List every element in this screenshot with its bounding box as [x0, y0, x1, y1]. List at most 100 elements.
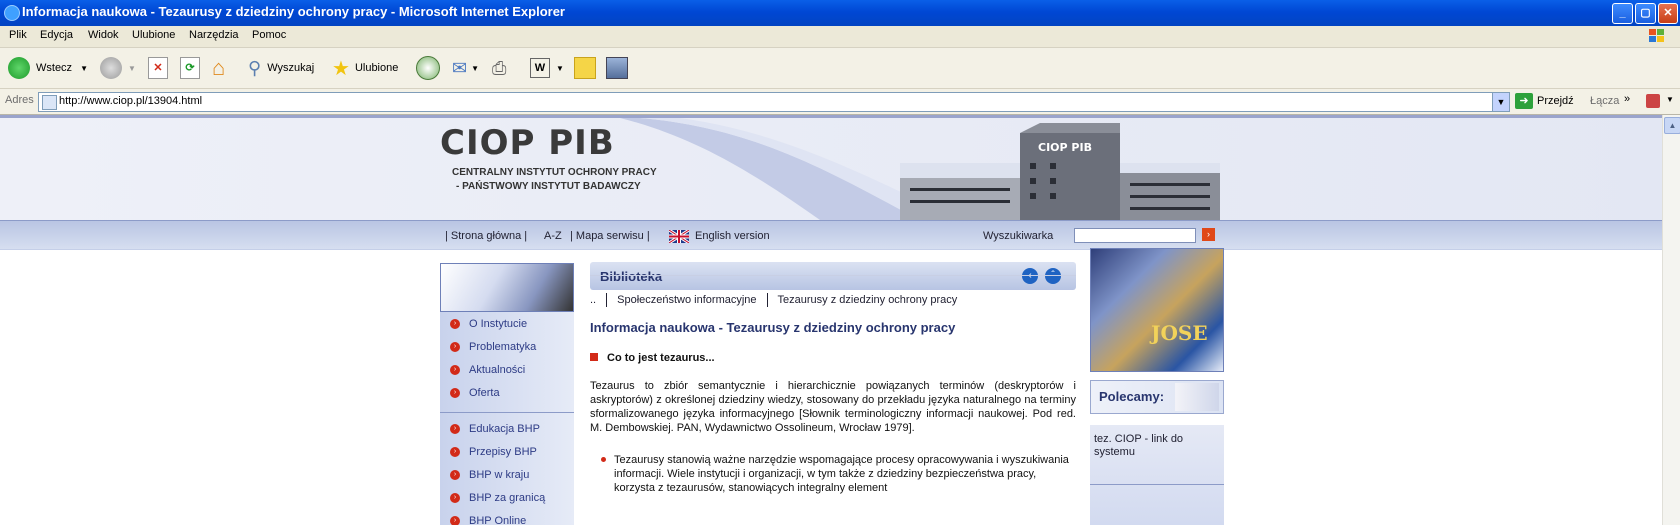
menu-tools[interactable]: Narzędzia	[189, 29, 239, 41]
mail-icon: ✉	[452, 57, 468, 78]
site-logo[interactable]: CIOP PIB	[440, 123, 615, 163]
links-label[interactable]: Łącza	[1590, 95, 1619, 107]
history-button[interactable]	[416, 56, 440, 80]
favorites-label: Ulubione	[354, 62, 399, 74]
star-icon: ★	[332, 57, 350, 80]
search-label: Wyszukiwarka	[983, 230, 1054, 242]
nav-item-label: BHP w kraju	[469, 469, 530, 481]
nav-item-label: Problematyka	[469, 341, 537, 353]
menu-view[interactable]: Widok	[88, 29, 119, 41]
stop-icon: ✕	[148, 57, 168, 79]
back-circle-icon[interactable]: ‹	[1022, 268, 1038, 284]
breadcrumb-item[interactable]: Społeczeństwo informacyjne	[617, 294, 756, 306]
go-arrow-icon: ➜	[1515, 93, 1533, 109]
breadcrumb-separator	[606, 293, 608, 307]
search-button[interactable]: ⚲ Wyszukaj	[248, 56, 314, 80]
system-link[interactable]: tez. CIOP - link do systemu	[1094, 433, 1218, 459]
nav-english-link[interactable]: English version	[695, 230, 770, 242]
left-nav-divider	[440, 412, 574, 413]
printer-icon: ⎙	[492, 57, 507, 78]
red-bullet-icon: ›	[450, 342, 460, 352]
discuss-button[interactable]	[574, 56, 596, 80]
nav-sitemap-link[interactable]: | Mapa serwisu |	[570, 230, 650, 242]
favorites-button[interactable]: ★ Ulubione	[332, 56, 398, 80]
menu-favorites[interactable]: Ulubione	[132, 29, 175, 41]
nav-item-edukacja-bhp[interactable]: › Edukacja BHP	[440, 418, 574, 440]
red-bullet-icon: ›	[450, 365, 460, 375]
bullet-icon	[601, 457, 606, 462]
back-label: Wstecz	[36, 62, 73, 74]
chevron-down-icon: ▼	[128, 63, 136, 73]
breadcrumb-up[interactable]: ..	[590, 294, 596, 306]
nav-item-oferta[interactable]: › Oferta	[440, 382, 574, 404]
maximize-button[interactable]: ▢	[1635, 3, 1656, 24]
system-link-box: tez. CIOP - link do systemu	[1090, 425, 1224, 525]
nav-item-label: O Instytucie	[469, 318, 528, 330]
site-search-go-button[interactable]: ›	[1202, 228, 1215, 241]
site-search-input[interactable]	[1074, 228, 1196, 243]
red-bullet-icon: ›	[450, 319, 460, 329]
page-viewport: CIOP PIB CENTRALNY INSTYTUT OCHRONY PRAC…	[0, 115, 1662, 525]
edit-button[interactable]: W ▼	[530, 56, 564, 80]
back-button[interactable]: Wstecz ▼	[8, 56, 88, 80]
breadcrumb-current[interactable]: Tezaurusy z dziedziny ochrony pracy	[778, 294, 958, 306]
toolbar-addon-icon[interactable]	[1646, 94, 1660, 108]
note-icon	[574, 57, 596, 79]
nav-az-link[interactable]: A-Z	[544, 230, 562, 242]
up-circle-icon[interactable]: ˆ	[1045, 268, 1061, 284]
vertical-scrollbar[interactable]: ▲	[1662, 115, 1680, 525]
nav-item-o-instytucie[interactable]: › O Instytucie	[440, 313, 574, 335]
home-button[interactable]: ⌂	[212, 55, 226, 80]
menu-bar: Plik Edycja Widok Ulubione Narzędzia Pom…	[0, 26, 1680, 48]
menu-edit[interactable]: Edycja	[40, 29, 73, 41]
messenger-button[interactable]	[606, 56, 628, 80]
nav-item-label: Przepisy BHP	[469, 446, 537, 458]
box-divider	[1090, 484, 1224, 485]
subheading-text: Co to jest tezaurus...	[607, 352, 715, 364]
standard-toolbar: Wstecz ▼ ▼ ✕ ⟳ ⌂ ⚲ Wyszukaj ★ Ulubione ✉…	[0, 48, 1680, 89]
forward-button[interactable]: ▼	[100, 56, 136, 80]
refresh-button[interactable]: ⟳	[180, 56, 200, 80]
chevron-right-icon[interactable]: »	[1624, 93, 1630, 105]
minimize-button[interactable]: _	[1612, 3, 1633, 24]
search-icon: ⚲	[248, 57, 262, 78]
nav-item-problematyka[interactable]: › Problematyka	[440, 336, 574, 358]
logo-subtitle-line1: CENTRALNY INSTYTUT OCHRONY PRACY	[452, 167, 657, 178]
address-dropdown-button[interactable]: ▼	[1492, 93, 1509, 111]
nav-item-label: Aktualności	[469, 364, 526, 376]
red-bullet-icon: ›	[450, 470, 460, 480]
journal-cover-banner[interactable]: JOSE	[1090, 248, 1224, 372]
definition-paragraph: Tezaurus to zbiór semantycznie i hierarc…	[590, 380, 1076, 434]
stop-button[interactable]: ✕	[148, 56, 168, 80]
close-button[interactable]: ✕	[1658, 3, 1678, 24]
nav-item-aktualnosci[interactable]: › Aktualności	[440, 359, 574, 381]
mail-button[interactable]: ✉ ▼	[452, 56, 479, 80]
windows-logo-icon	[1649, 29, 1664, 42]
window-title: Informacja naukowa - Tezaurusy z dziedzi…	[22, 4, 565, 19]
menu-help[interactable]: Pomoc	[252, 29, 286, 41]
back-arrow-icon	[8, 57, 30, 79]
nav-item-przepisy-bhp[interactable]: › Przepisy BHP	[440, 441, 574, 463]
nav-item-bhp-za-granica[interactable]: › BHP za granicą	[440, 487, 574, 509]
nav-item-bhp-online[interactable]: › BHP Online	[440, 510, 574, 525]
address-input[interactable]: http://www.ciop.pl/13904.html ▼	[38, 92, 1510, 112]
left-nav-photo	[440, 263, 574, 312]
home-icon: ⌂	[212, 55, 226, 80]
recommended-label: Polecamy:	[1099, 389, 1165, 404]
nav-home-link[interactable]: | Strona główna |	[445, 230, 527, 242]
menu-file[interactable]: Plik	[9, 29, 27, 41]
page-icon	[42, 95, 57, 110]
journal-title: JOSE	[1151, 321, 1208, 345]
print-button[interactable]: ⎙	[492, 56, 506, 80]
scroll-up-button[interactable]: ▲	[1664, 117, 1680, 134]
page-title: Informacja naukowa - Tezaurusy z dziedzi…	[590, 320, 956, 335]
nav-item-bhp-w-kraju[interactable]: › BHP w kraju	[440, 464, 574, 486]
uk-flag-icon[interactable]	[669, 230, 689, 243]
nav-item-label: BHP Online	[469, 515, 527, 525]
subheading: Co to jest tezaurus...	[590, 352, 715, 364]
breadcrumb-separator	[766, 293, 768, 307]
go-button[interactable]: ➜ Przejdź	[1515, 93, 1574, 109]
recommended-box: Polecamy:	[1090, 380, 1224, 414]
chevron-down-icon[interactable]: ▼	[1666, 95, 1674, 104]
address-bar: Adres http://www.ciop.pl/13904.html ▼ ➜ …	[0, 89, 1680, 115]
